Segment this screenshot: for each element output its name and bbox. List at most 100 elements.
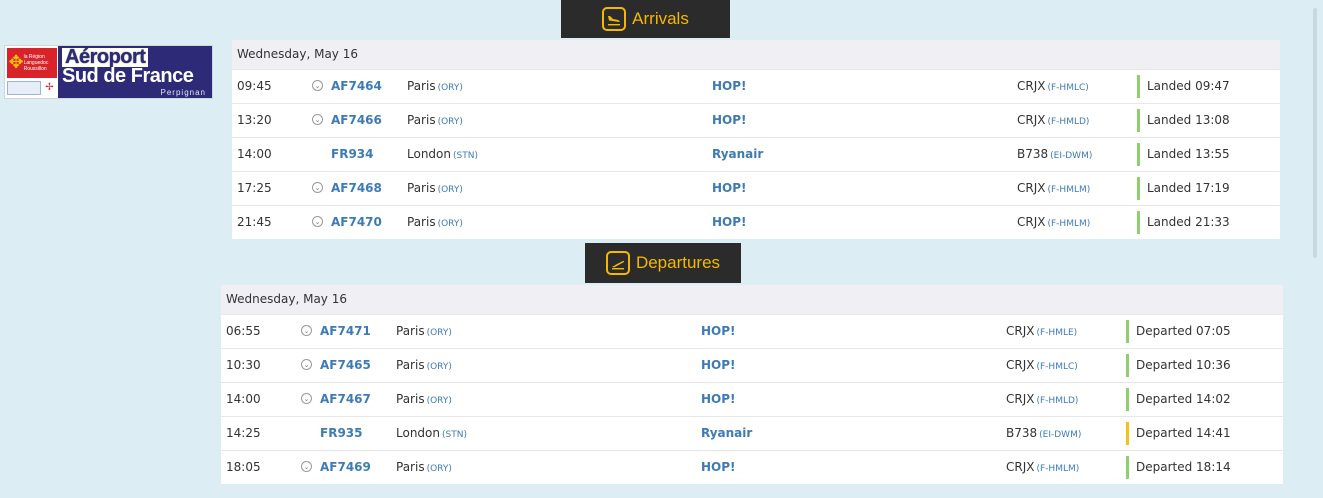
status-indicator bbox=[1126, 422, 1129, 445]
flight-number-link[interactable]: AF7467 bbox=[320, 383, 371, 416]
registration-link[interactable]: (F-HMLM) bbox=[1047, 185, 1090, 195]
aircraft-type: CRJX bbox=[1017, 181, 1046, 195]
arrivals-header[interactable]: Arrivals bbox=[561, 0, 730, 38]
chevron-down-icon[interactable]: ⌄ bbox=[301, 393, 312, 404]
flight-row[interactable]: 17:25 ⌄ AF7468 Paris (ORY) HOP! CRJX (F-HMLM) La… bbox=[232, 171, 1280, 205]
status-indicator bbox=[1126, 320, 1129, 343]
chevron-down-icon[interactable]: ⌄ bbox=[312, 80, 323, 91]
chevron-down-icon[interactable]: ⌄ bbox=[301, 461, 312, 472]
flight-time: 17:25 bbox=[237, 181, 272, 195]
registration-link[interactable]: (F-HMLC) bbox=[1047, 83, 1088, 93]
scrollbar[interactable] bbox=[1306, 0, 1323, 498]
departures-board: Wednesday, May 16 06:55 ⌄ AF7471 Paris (ORY)… bbox=[221, 285, 1283, 484]
city-name: Paris bbox=[407, 181, 436, 195]
scrollbar-thumb[interactable] bbox=[1313, 8, 1317, 258]
flight-row[interactable]: 14:00 FR934 London (STN) Ryanair B738 (EI-DWM)… bbox=[232, 137, 1280, 171]
flight-row[interactable]: 14:25 FR935 London (STN) Ryanair B738 (EI-DWM)… bbox=[221, 416, 1283, 450]
flight-number-link[interactable]: AF7465 bbox=[320, 349, 371, 382]
chevron-down-icon[interactable]: ⌄ bbox=[301, 325, 312, 336]
registration-link[interactable]: (F-HMLE) bbox=[1036, 328, 1077, 338]
airline-link[interactable]: HOP! bbox=[701, 349, 736, 382]
region-badge: ✥ la Région Languedoc Roussillon bbox=[6, 48, 57, 78]
flight-status: Departed 18:14 bbox=[1136, 460, 1231, 474]
plane-landing-icon bbox=[602, 7, 627, 31]
flight-row[interactable]: 21:45 ⌄ AF7470 Paris (ORY) HOP! CRJX (F-HMLM) La… bbox=[232, 205, 1280, 239]
city-name: London bbox=[407, 147, 451, 161]
flight-city: Paris (ORY) bbox=[396, 451, 452, 486]
flight-time: 06:55 bbox=[226, 324, 261, 338]
flight-row[interactable]: 06:55 ⌄ AF7471 Paris (ORY) HOP! CRJX (F-HMLE) De… bbox=[221, 314, 1283, 348]
aircraft-type: CRJX bbox=[1006, 358, 1035, 372]
aircraft: CRJX (F-HMLC) bbox=[1017, 70, 1089, 105]
airline-link[interactable]: HOP! bbox=[712, 172, 747, 205]
flight-number-link[interactable]: FR934 bbox=[331, 138, 374, 171]
chevron-down-icon[interactable]: ⌄ bbox=[312, 114, 323, 125]
flight-row[interactable]: 09:45 ⌄ AF7464 Paris (ORY) HOP! CRJX (F-HMLC) La… bbox=[232, 69, 1280, 103]
flight-time: 09:45 bbox=[237, 79, 272, 93]
airport-code-link[interactable]: (ORY) bbox=[438, 83, 463, 93]
airline-link[interactable]: Ryanair bbox=[701, 417, 752, 450]
flight-number-link[interactable]: AF7464 bbox=[331, 70, 382, 103]
aircraft-type: CRJX bbox=[1017, 79, 1046, 93]
registration-link[interactable]: (EI-DWM) bbox=[1039, 430, 1081, 440]
registration-link[interactable]: (EI-DWM) bbox=[1050, 151, 1092, 161]
flight-row[interactable]: 10:30 ⌄ AF7465 Paris (ORY) HOP! CRJX (F-HMLC) De… bbox=[221, 348, 1283, 382]
flight-status: Landed 13:55 bbox=[1147, 147, 1230, 161]
airport-code-link[interactable]: (ORY) bbox=[438, 185, 463, 195]
chevron-down-icon[interactable]: ⌄ bbox=[301, 359, 312, 370]
flight-row[interactable]: 13:20 ⌄ AF7466 Paris (ORY) HOP! CRJX (F-HMLD) La… bbox=[232, 103, 1280, 137]
airport-code-link[interactable]: (ORY) bbox=[438, 117, 463, 127]
status-indicator bbox=[1137, 211, 1140, 234]
city-name: Paris bbox=[407, 113, 436, 127]
airline-link[interactable]: HOP! bbox=[712, 104, 747, 137]
flight-number-link[interactable]: AF7471 bbox=[320, 315, 371, 348]
status-indicator bbox=[1137, 109, 1140, 132]
flight-time: 18:05 bbox=[226, 460, 261, 474]
registration-link[interactable]: (F-HMLM) bbox=[1047, 219, 1090, 229]
airport-wordmark: Aéroport Sud de France Perpignan bbox=[58, 46, 212, 98]
airport-code-link[interactable]: (STN) bbox=[453, 151, 478, 161]
departures-date: Wednesday, May 16 bbox=[221, 285, 1283, 314]
aircraft: CRJX (F-HMLE) bbox=[1006, 315, 1077, 350]
airport-code-link[interactable]: (ORY) bbox=[427, 362, 452, 372]
airport-code-link[interactable]: (ORY) bbox=[438, 219, 463, 229]
departures-header[interactable]: Departures bbox=[585, 243, 741, 283]
status-indicator bbox=[1126, 354, 1129, 377]
airline-link[interactable]: HOP! bbox=[712, 206, 747, 239]
chevron-down-icon[interactable]: ⌄ bbox=[312, 182, 323, 193]
flight-city: Paris (ORY) bbox=[407, 206, 463, 241]
aircraft-type: CRJX bbox=[1017, 215, 1046, 229]
city-name: Paris bbox=[396, 358, 425, 372]
flight-number-link[interactable]: AF7469 bbox=[320, 451, 371, 484]
airline-link[interactable]: HOP! bbox=[701, 383, 736, 416]
flight-number-link[interactable]: AF7466 bbox=[331, 104, 382, 137]
airline-link[interactable]: HOP! bbox=[701, 315, 736, 348]
flight-status: Landed 09:47 bbox=[1147, 79, 1230, 93]
airport-code-link[interactable]: (ORY) bbox=[427, 396, 452, 406]
flight-row[interactable]: 14:00 ⌄ AF7467 Paris (ORY) HOP! CRJX (F-HMLD) De… bbox=[221, 382, 1283, 416]
flight-status: Departed 07:05 bbox=[1136, 324, 1231, 338]
airline-link[interactable]: HOP! bbox=[701, 451, 736, 484]
airport-code-link[interactable]: (ORY) bbox=[427, 328, 452, 338]
registration-link[interactable]: (F-HMLM) bbox=[1036, 464, 1079, 474]
airport-code-link[interactable]: (STN) bbox=[442, 430, 467, 440]
city-name: London bbox=[396, 426, 440, 440]
airline-link[interactable]: HOP! bbox=[712, 70, 747, 103]
aircraft-type: CRJX bbox=[1006, 392, 1035, 406]
flight-status: Departed 14:41 bbox=[1136, 426, 1231, 440]
flight-status: Departed 10:36 bbox=[1136, 358, 1231, 372]
aircraft-type: CRJX bbox=[1006, 324, 1035, 338]
flight-number-link[interactable]: FR935 bbox=[320, 417, 363, 450]
registration-link[interactable]: (F-HMLC) bbox=[1036, 362, 1077, 372]
flight-number-link[interactable]: AF7468 bbox=[331, 172, 382, 205]
flight-row[interactable]: 18:05 ⌄ AF7469 Paris (ORY) HOP! CRJX (F-HMLM) De… bbox=[221, 450, 1283, 484]
aircraft: B738 (EI-DWM) bbox=[1017, 138, 1092, 173]
airport-code-link[interactable]: (ORY) bbox=[427, 464, 452, 474]
registration-link[interactable]: (F-HMLD) bbox=[1036, 396, 1078, 406]
airline-link[interactable]: Ryanair bbox=[712, 138, 763, 171]
flight-number-link[interactable]: AF7470 bbox=[331, 206, 382, 239]
registration-link[interactable]: (F-HMLD) bbox=[1047, 117, 1089, 127]
flight-city: Paris (ORY) bbox=[396, 315, 452, 350]
chevron-down-icon[interactable]: ⌄ bbox=[312, 216, 323, 227]
aircraft: CRJX (F-HMLD) bbox=[1006, 383, 1078, 418]
